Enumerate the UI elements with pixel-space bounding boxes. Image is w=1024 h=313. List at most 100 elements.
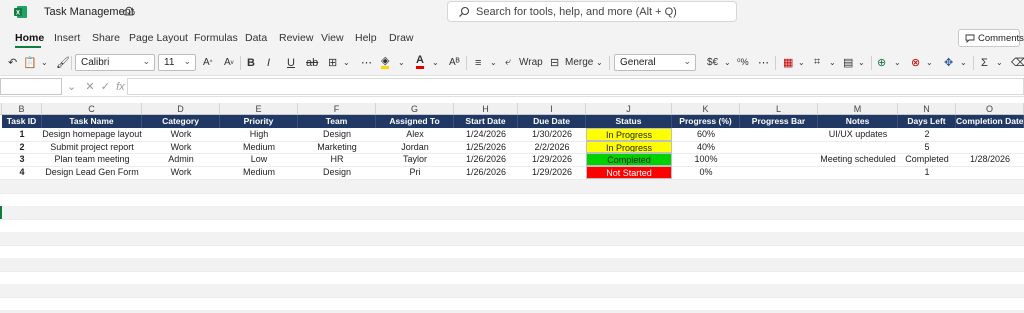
table-cell[interactable]: Admin	[142, 153, 220, 166]
table-header-cell[interactable]: Progress Bar	[740, 115, 818, 128]
strikethrough-icon[interactable]: ab	[306, 54, 318, 71]
column-header-c[interactable]: C	[42, 103, 142, 115]
table-cell[interactable]: High	[220, 128, 298, 141]
table-cell[interactable]: 1/29/2026	[518, 153, 586, 166]
align-icon[interactable]: ≡	[475, 54, 481, 71]
table-cell[interactable]	[956, 141, 1024, 154]
table-cell[interactable]: Work	[142, 128, 220, 141]
tab-share[interactable]: Share	[92, 32, 120, 44]
table-cell[interactable]: 5	[898, 141, 956, 154]
column-header-h[interactable]: H	[454, 103, 518, 115]
table-header-cell[interactable]: Progress (%)	[672, 115, 740, 128]
table-cell[interactable]: 1/28/2026	[956, 153, 1024, 166]
column-header-j[interactable]: J	[586, 103, 672, 115]
column-header-k[interactable]: K	[672, 103, 740, 115]
delete-cells-icon[interactable]: ⊗	[911, 54, 920, 71]
table-cell[interactable]: Work	[142, 166, 220, 179]
table-cell[interactable]: Design	[298, 166, 376, 179]
table-cell[interactable]: Medium	[220, 141, 298, 154]
column-header-o[interactable]: O	[956, 103, 1024, 115]
table-cell[interactable]: 1/25/2026	[454, 141, 518, 154]
tab-view[interactable]: View	[321, 32, 344, 44]
font-color-chevron-icon[interactable]: ⌄	[432, 54, 439, 71]
table-cell[interactable]: 1	[898, 166, 956, 179]
table-header-cell[interactable]: Status	[586, 115, 672, 128]
table-cell[interactable]	[818, 166, 898, 179]
tab-formulas[interactable]: Formulas	[194, 32, 238, 44]
autosum-chevron-icon[interactable]: ⌄	[996, 54, 1003, 71]
table-cell[interactable]: 1/26/2026	[454, 166, 518, 179]
table-cell[interactable]	[740, 128, 818, 141]
align-chevron-icon[interactable]: ⌄	[490, 54, 497, 71]
status-cell[interactable]: In Progress	[586, 140, 672, 154]
table-cell[interactable]: Design Lead Gen Form	[42, 166, 142, 179]
table-cell[interactable]: Taylor	[376, 153, 454, 166]
merge-button[interactable]: Merge	[565, 54, 593, 71]
table-cell[interactable]: Work	[142, 141, 220, 154]
table-cell[interactable]: Meeting scheduled	[818, 153, 898, 166]
status-cell[interactable]: In Progress	[586, 128, 672, 141]
wrap-text-button[interactable]: Wrap	[519, 54, 543, 71]
table-header-cell[interactable]: Completion Date	[956, 115, 1024, 128]
column-header-i[interactable]: I	[518, 103, 586, 115]
table-cell[interactable]: Alex	[376, 128, 454, 141]
column-header-f[interactable]: F	[298, 103, 376, 115]
table-cell[interactable]	[818, 141, 898, 154]
fill-chevron-icon[interactable]: ⌄	[398, 54, 405, 71]
table-cell[interactable]: Plan team meeting	[42, 153, 142, 166]
table-cell[interactable]	[740, 153, 818, 166]
currency-chevron-icon[interactable]: ⌄	[724, 54, 731, 71]
table-header-cell[interactable]: Task ID	[2, 115, 42, 128]
table-cell[interactable]	[740, 141, 818, 154]
table-cell[interactable]: Submit project report	[42, 141, 142, 154]
table-cell[interactable]: Low	[220, 153, 298, 166]
more-number-icon[interactable]: ⋯	[758, 54, 769, 71]
tab-page-layout[interactable]: Page Layout	[129, 32, 188, 44]
borders-icon[interactable]: ⊞	[328, 54, 337, 71]
table-cell[interactable]: 1/26/2026	[454, 153, 518, 166]
table-header-cell[interactable]: Task Name	[42, 115, 142, 128]
clipboard-icon[interactable]: 📋	[23, 54, 37, 71]
tab-review[interactable]: Review	[279, 32, 313, 44]
table-cell[interactable]: Design	[298, 128, 376, 141]
table-cell[interactable]: 1/30/2026	[518, 128, 586, 141]
table-cell[interactable]: 0%	[672, 166, 740, 179]
table-cell[interactable]: HR	[298, 153, 376, 166]
table-cell[interactable]	[740, 166, 818, 179]
table-cell[interactable]: 1/24/2026	[454, 128, 518, 141]
increase-font-icon[interactable]: A ^	[203, 54, 213, 71]
formula-chevron-icon[interactable]: ⌄	[67, 81, 76, 93]
table-cell[interactable]: 2	[2, 141, 42, 154]
cloud-saved-icon[interactable]	[123, 6, 135, 18]
more-formatting-icon[interactable]: ⋯	[361, 54, 372, 71]
currency-icon[interactable]: $€	[707, 54, 718, 71]
eraser-icon[interactable]: ⌫	[1011, 54, 1024, 71]
format-cells-icon[interactable]: ✥	[944, 54, 953, 71]
font-color-icon[interactable]: A	[416, 54, 424, 69]
tab-home[interactable]: Home	[15, 32, 44, 44]
font-size-select[interactable]: 11 ⌄	[158, 54, 196, 71]
format-painter-icon[interactable]: 🖌	[56, 54, 70, 71]
merge-icon[interactable]: ⊟	[550, 54, 559, 71]
tab-help[interactable]: Help	[355, 32, 377, 44]
tab-insert[interactable]: Insert	[54, 32, 80, 44]
undo-icon[interactable]: ↶	[8, 54, 17, 71]
table-cell[interactable]: 100%	[672, 153, 740, 166]
name-box[interactable]	[0, 78, 62, 95]
wrap-icon[interactable]: ⤶	[505, 54, 511, 71]
table-cell[interactable]: 2/2/2026	[518, 141, 586, 154]
number-format-select[interactable]: General ⌄	[614, 54, 696, 71]
table-cell[interactable]: 2	[898, 128, 956, 141]
font-name-select[interactable]: Calibri ⌄	[75, 54, 155, 71]
table-cell[interactable]: 60%	[672, 128, 740, 141]
insert-chevron-icon[interactable]: ⌄	[894, 54, 901, 71]
cancel-icon[interactable]: ✕	[85, 81, 94, 93]
table-format-icon[interactable]: ⌗	[814, 54, 820, 71]
cell-styles-chevron-icon[interactable]: ⌄	[858, 54, 865, 71]
table-cell[interactable]	[956, 166, 1024, 179]
table-cell[interactable]: Pri	[376, 166, 454, 179]
autosum-icon[interactable]: Σ	[981, 54, 988, 71]
borders-chevron-icon[interactable]: ⌄	[343, 54, 350, 71]
table-header-cell[interactable]: Category	[142, 115, 220, 128]
tab-draw[interactable]: Draw	[389, 32, 414, 44]
